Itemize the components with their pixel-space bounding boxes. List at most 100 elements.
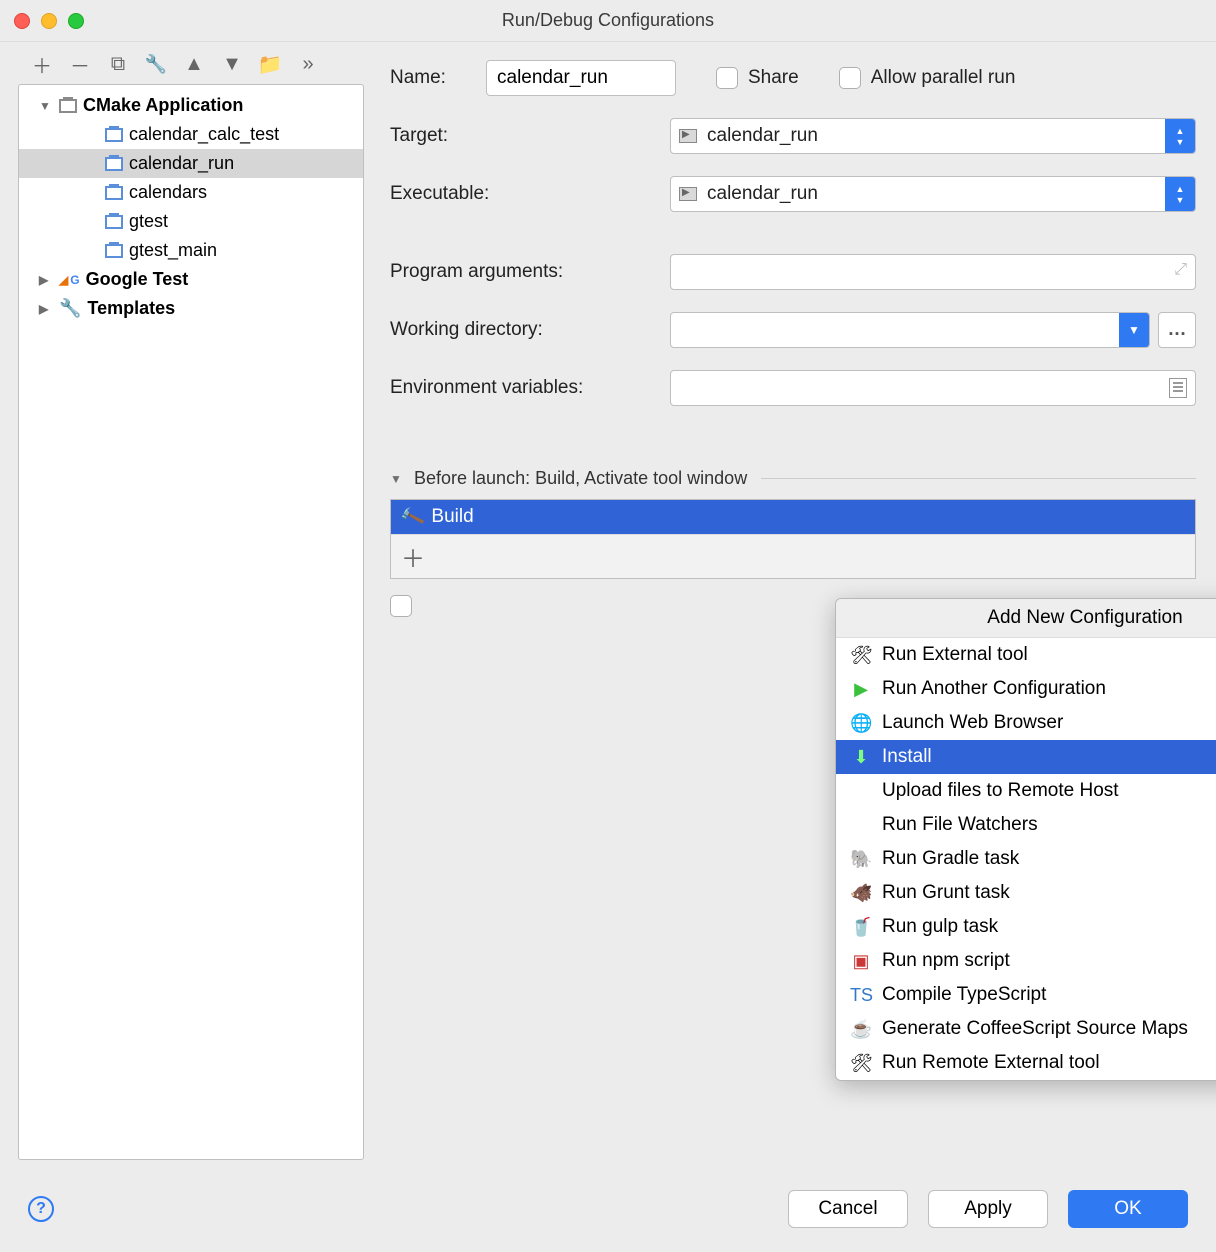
gulp-icon: 🥤 bbox=[850, 917, 872, 938]
titlebar: Run/Debug Configurations bbox=[0, 0, 1216, 42]
cmake-icon bbox=[105, 128, 123, 142]
maximize-window-button[interactable] bbox=[68, 13, 84, 29]
checkbox-icon[interactable] bbox=[390, 595, 412, 617]
ok-button[interactable]: OK bbox=[1068, 1190, 1188, 1228]
wrench-icon: 🔧 bbox=[145, 54, 167, 75]
apply-button[interactable]: Apply bbox=[928, 1190, 1048, 1228]
before-launch-toolbar: ＋ bbox=[391, 534, 1195, 578]
add-config-button[interactable]: ＋ bbox=[28, 52, 56, 76]
wd-label: Working directory: bbox=[390, 319, 670, 341]
expand-arrow-icon[interactable] bbox=[39, 302, 53, 316]
popup-item[interactable]: ▶Run Another Configuration bbox=[836, 672, 1216, 706]
play-icon: ▶ bbox=[850, 679, 872, 700]
move-down-button[interactable]: ▼ bbox=[218, 52, 246, 76]
coffeescript-icon: ☕ bbox=[850, 1019, 872, 1040]
hammer-icon: 🔨 bbox=[398, 503, 426, 530]
executable-label: Executable: bbox=[390, 183, 670, 205]
name-label: Name: bbox=[390, 67, 486, 89]
collapse-arrow-icon[interactable] bbox=[390, 472, 404, 486]
cancel-button[interactable]: Cancel bbox=[788, 1190, 908, 1228]
add-task-button[interactable]: ＋ bbox=[399, 539, 427, 574]
share-checkbox[interactable]: Share bbox=[716, 67, 799, 89]
grunt-icon: 🐗 bbox=[850, 883, 872, 904]
popup-item[interactable]: 🐘Run Gradle task bbox=[836, 842, 1216, 876]
remove-config-button[interactable]: － bbox=[66, 52, 94, 76]
tree-item[interactable]: gtest bbox=[19, 207, 363, 236]
close-window-button[interactable] bbox=[14, 13, 30, 29]
cmake-icon bbox=[105, 244, 123, 258]
cmake-icon bbox=[105, 215, 123, 229]
args-input[interactable]: ⤢ bbox=[670, 254, 1196, 290]
npm-icon: ▣ bbox=[850, 951, 872, 972]
dropdown-arrow-icon: ▲▼ bbox=[1165, 177, 1195, 211]
target-icon bbox=[679, 129, 697, 143]
tree-item-selected[interactable]: calendar_run bbox=[19, 149, 363, 178]
typescript-icon: TS bbox=[850, 985, 872, 1006]
popup-header: Add New Configuration bbox=[836, 599, 1216, 638]
popup-item[interactable]: ▣Run npm script bbox=[836, 944, 1216, 978]
before-launch-header: Before launch: Build, Activate tool wind… bbox=[414, 468, 747, 489]
tree-item[interactable]: calendar_calc_test bbox=[19, 120, 363, 149]
help-button[interactable]: ? bbox=[28, 1196, 54, 1222]
edit-defaults-button[interactable]: 🔧 bbox=[142, 52, 170, 76]
move-up-button[interactable]: ▲ bbox=[180, 52, 208, 76]
before-launch-section: Before launch: Build, Activate tool wind… bbox=[390, 468, 1196, 617]
tree-item[interactable]: calendars bbox=[19, 178, 363, 207]
wrench-icon: 🛠 bbox=[850, 645, 872, 666]
config-tree[interactable]: CMake Application calendar_calc_test cal… bbox=[18, 84, 364, 1160]
popup-item[interactable]: TSCompile TypeScript bbox=[836, 978, 1216, 1012]
exe-icon bbox=[679, 187, 697, 201]
tree-group-templates[interactable]: 🔧 Templates bbox=[19, 294, 363, 323]
window-title: Run/Debug Configurations bbox=[0, 10, 1216, 31]
before-launch-list: 🔨 Build ＋ bbox=[390, 499, 1196, 579]
dropdown-arrow-icon: ▼ bbox=[1119, 313, 1149, 347]
googletest-icon: ◢G bbox=[59, 273, 80, 287]
target-dropdown[interactable]: calendar_run ▲▼ bbox=[670, 118, 1196, 154]
args-label: Program arguments: bbox=[390, 261, 670, 283]
minimize-window-button[interactable] bbox=[41, 13, 57, 29]
popup-item[interactable]: 🥤Run gulp task bbox=[836, 910, 1216, 944]
expand-icon[interactable]: ⤢ bbox=[1174, 261, 1187, 279]
popup-item[interactable]: 🛠Run External tool bbox=[836, 638, 1216, 672]
expand-arrow-icon[interactable] bbox=[39, 99, 53, 113]
popup-item[interactable]: 🌐Launch Web Browser bbox=[836, 706, 1216, 740]
dialog-content: ＋ － ⧉ 🔧 ▲ ▼ 📁 » CMake Application calend… bbox=[0, 42, 1216, 1172]
popup-item[interactable]: Run File Watchers bbox=[836, 808, 1216, 842]
popup-item[interactable]: Upload files to Remote Host bbox=[836, 774, 1216, 808]
env-label: Environment variables: bbox=[390, 377, 670, 399]
wrench-icon: 🛠 bbox=[850, 1053, 872, 1074]
install-icon: ⬇ bbox=[850, 747, 872, 768]
executable-dropdown[interactable]: calendar_run ▲▼ bbox=[670, 176, 1196, 212]
tree-group-label: Google Test bbox=[86, 269, 189, 290]
dialog-footer: ? Cancel Apply OK bbox=[0, 1172, 1216, 1252]
config-toolbar: ＋ － ⧉ 🔧 ▲ ▼ 📁 » bbox=[0, 42, 370, 84]
window-controls bbox=[14, 13, 84, 29]
copy-config-button[interactable]: ⧉ bbox=[104, 52, 132, 76]
popup-item[interactable]: ☕Generate CoffeeScript Source Maps bbox=[836, 1012, 1216, 1046]
expand-arrow-icon[interactable] bbox=[39, 273, 53, 287]
list-icon[interactable] bbox=[1169, 378, 1187, 398]
more-toolbar-button[interactable]: » bbox=[294, 52, 322, 76]
tree-item[interactable]: gtest_main bbox=[19, 236, 363, 265]
main-panel: Name: Share Allow parallel run Target: c… bbox=[370, 42, 1216, 1172]
before-launch-item-build[interactable]: 🔨 Build bbox=[391, 500, 1195, 534]
cmake-icon bbox=[105, 157, 123, 171]
tree-group-googletest[interactable]: ◢G Google Test bbox=[19, 265, 363, 294]
wd-input[interactable]: ▼ bbox=[670, 312, 1150, 348]
popup-item[interactable]: 🛠Run Remote External tool bbox=[836, 1046, 1216, 1080]
checkbox-icon bbox=[839, 67, 861, 89]
dropdown-arrow-icon: ▲▼ bbox=[1165, 119, 1195, 153]
tree-group-label: CMake Application bbox=[83, 95, 243, 116]
allow-parallel-checkbox[interactable]: Allow parallel run bbox=[839, 67, 1016, 89]
popup-item-selected[interactable]: ⬇Install bbox=[836, 740, 1216, 774]
popup-item[interactable]: 🐗Run Grunt task bbox=[836, 876, 1216, 910]
browse-button[interactable]: … bbox=[1158, 312, 1196, 348]
cmake-icon bbox=[59, 99, 77, 113]
checkbox-icon bbox=[716, 67, 738, 89]
tree-group-cmake[interactable]: CMake Application bbox=[19, 91, 363, 120]
folder-button[interactable]: 📁 bbox=[256, 52, 284, 76]
env-input[interactable] bbox=[670, 370, 1196, 406]
tree-group-label: Templates bbox=[87, 298, 175, 319]
name-input[interactable] bbox=[486, 60, 676, 96]
target-label: Target: bbox=[390, 125, 670, 147]
